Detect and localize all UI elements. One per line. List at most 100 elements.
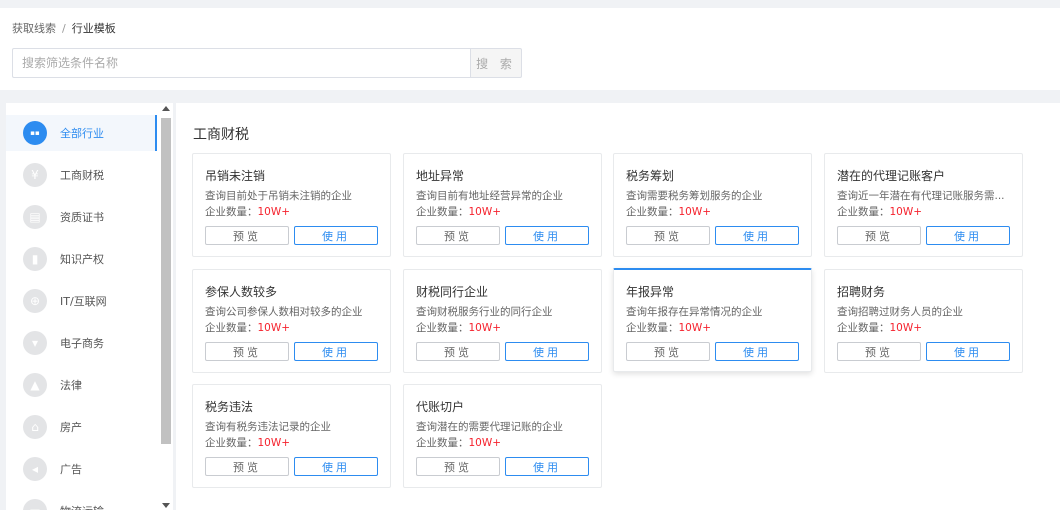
template-card: 招聘财务查询招聘过财务人员的企业 企业数量：10W+ 预览 使用 (824, 269, 1023, 373)
preview-button[interactable]: 预览 (626, 226, 710, 245)
template-card: 地址异常查询目前有地址经营异常的企业 企业数量：10W+ 预览 使用 (403, 153, 602, 257)
use-button[interactable]: 使用 (294, 342, 378, 361)
sidebar-item[interactable]: ⊕ IT/互联网 (6, 283, 157, 319)
card-count-label: 企业数量： (626, 206, 679, 218)
card-description: 查询目前有地址经营异常的企业 (416, 190, 563, 202)
breadcrumb-current: 行业模板 (71, 22, 116, 35)
scroll-down-arrow-icon[interactable] (162, 503, 170, 508)
megaphone-icon: ◂ (23, 457, 47, 481)
use-button[interactable]: 使用 (715, 342, 799, 361)
sidebar-item-label: 电子商务 (60, 337, 104, 350)
sidebar-item[interactable]: ▬ 物流运输 (6, 493, 157, 510)
use-button[interactable]: 使用 (294, 226, 378, 245)
sidebar-item[interactable]: ¥ 工商财税 (6, 157, 157, 193)
card-count: 企业数量：10W+ (626, 320, 711, 335)
sidebar-item-label: 资质证书 (60, 211, 104, 224)
search-button[interactable]: 搜 索 (470, 48, 522, 78)
preview-button[interactable]: 预览 (837, 342, 921, 361)
sidebar-item[interactable]: ▤ 资质证书 (6, 199, 157, 235)
preview-button[interactable]: 预览 (626, 342, 710, 361)
header: 获取线索 / 行业模板 搜 索 (0, 8, 1060, 90)
sidebar-item[interactable]: ▾ 电子商务 (6, 325, 157, 361)
template-card: 潜在的代理记账客户 查询近一年潜在有代理记账服务需... 企业数量：10W+ 预览 使用 (824, 153, 1023, 257)
preview-button[interactable]: 预览 (416, 342, 500, 361)
card-title: 地址异常 (416, 169, 465, 183)
cart-icon: ▾ (23, 331, 47, 355)
card-description: 查询公司参保人数相对较多的企业 (205, 306, 363, 318)
card-title: 财税同行企业 (416, 285, 489, 299)
card-count: 企业数量：10W+ (416, 320, 501, 335)
card-count-value: 10W+ (889, 322, 923, 334)
preview-button[interactable]: 预览 (416, 457, 500, 476)
template-card: 代账切户 查询潜在的需要代理记账的企业 企业数量：10W+ 预览 使用 (403, 384, 602, 488)
scroll-up-arrow-icon[interactable] (162, 106, 170, 111)
card-count-label: 企业数量： (416, 437, 469, 449)
use-button[interactable]: 使用 (926, 226, 1010, 245)
card-count-value: 10W+ (678, 206, 712, 218)
card-count-label: 企业数量： (205, 206, 258, 218)
sidebar-item-label: 房产 (60, 421, 82, 434)
card-count-label: 企业数量： (205, 322, 258, 334)
use-button[interactable]: 使用 (505, 342, 589, 361)
card-count: 企业数量：10W+ (205, 435, 290, 450)
industry-sidebar: ▬ 物流运输 ◂ 广告 ⌂ 房产 ▲ 法律 ▾ 电子商务 ⊕ IT/互联网 ▮ 知识产权 ▤ 资质证书 ¥ 工商财… (6, 103, 173, 510)
template-card: 税务筹划 查询需要税务筹划服务的企业 企业数量：10W+ 预览 使用 (613, 153, 812, 257)
card-description: 查询需要税务筹划服务的企业 (626, 190, 763, 202)
card-count: 企业数量：10W+ (205, 204, 290, 219)
sidebar-item[interactable]: ▲ 法律 (6, 367, 157, 403)
globe-icon: ⊕ (23, 289, 47, 313)
book-icon: ▮ (23, 247, 47, 271)
card-count: 企业数量：10W+ (205, 320, 290, 335)
sidebar-item[interactable]: ◂ 广告 (6, 451, 157, 487)
card-title: 代账切户 (416, 400, 465, 414)
card-count-value: 10W+ (468, 322, 502, 334)
sidebar-item[interactable]: ▮ 知识产权 (6, 241, 157, 277)
card-count-value: 10W+ (678, 322, 712, 334)
use-button[interactable]: 使用 (505, 457, 589, 476)
use-button[interactable]: 使用 (294, 457, 378, 476)
yen-icon: ¥ (23, 163, 47, 187)
card-count-label: 企业数量： (205, 437, 258, 449)
breadcrumb-parent[interactable]: 获取线索 (12, 22, 56, 35)
use-button[interactable]: 使用 (505, 226, 589, 245)
preview-button[interactable]: 预览 (205, 457, 289, 476)
scrollbar-thumb[interactable] (161, 118, 171, 444)
card-count: 企业数量：10W+ (626, 204, 711, 219)
card-count-label: 企业数量： (626, 322, 679, 334)
card-count-value: 10W+ (257, 206, 291, 218)
breadcrumb-separator: / (62, 22, 66, 35)
template-card: 吊销未注销 查询目前处于吊销未注销的企业 企业数量：10W+ 预览 使用 (192, 153, 391, 257)
card-description: 查询招聘过财务人员的企业 (837, 306, 963, 318)
card-title: 年报异常 (626, 285, 675, 299)
sidebar-item[interactable]: ⌂ 房产 (6, 409, 157, 445)
card-description: 查询有税务违法记录的企业 (205, 421, 331, 433)
card-count-value: 10W+ (468, 437, 502, 449)
preview-button[interactable]: 预览 (205, 226, 289, 245)
sidebar-item-label: 工商财税 (60, 169, 104, 182)
certificate-icon: ▤ (23, 205, 47, 229)
template-card: 税务违法 查询有税务违法记录的企业 企业数量：10W+ 预览 使用 (192, 384, 391, 488)
card-count: 企业数量：10W+ (416, 204, 501, 219)
card-title: 参保人数较多 (205, 285, 278, 299)
template-card: 财税同行企业 查询财税服务行业的同行企业 企业数量：10W+ 预览 使用 (403, 269, 602, 373)
preview-button[interactable]: 预览 (205, 342, 289, 361)
sidebar-item-label: IT/互联网 (60, 295, 107, 308)
card-count-label: 企业数量： (837, 322, 890, 334)
use-button[interactable]: 使用 (926, 342, 1010, 361)
use-button[interactable]: 使用 (715, 226, 799, 245)
sidebar-item[interactable]: ▪▪ 全部行业 (6, 115, 157, 151)
template-card: 年报异常 查询年报存在异常情况的企业 企业数量：10W+ 预览 使用 (613, 268, 812, 372)
card-count-value: 10W+ (468, 206, 502, 218)
card-title: 吊销未注销 (205, 169, 266, 183)
section-title: 工商财税 (193, 127, 249, 143)
card-title: 招聘财务 (837, 285, 886, 299)
template-panel: 工商财税 吊销未注销 查询目前处于吊销未注销的企业 企业数量：10W+ 预览 使用 地址异… (176, 103, 1060, 510)
card-title: 潜在的代理记账客户 (837, 169, 946, 183)
card-count-label: 企业数量： (837, 206, 890, 218)
sidebar-item-label: 广告 (60, 463, 82, 476)
template-card: 参保人数较多查询公司参保人数相对较多的企业 企业数量：10W+ 预览 使用 (192, 269, 391, 373)
preview-button[interactable]: 预览 (837, 226, 921, 245)
sidebar-item-label: 全部行业 (60, 127, 104, 140)
preview-button[interactable]: 预览 (416, 226, 500, 245)
search-input[interactable] (12, 48, 471, 78)
